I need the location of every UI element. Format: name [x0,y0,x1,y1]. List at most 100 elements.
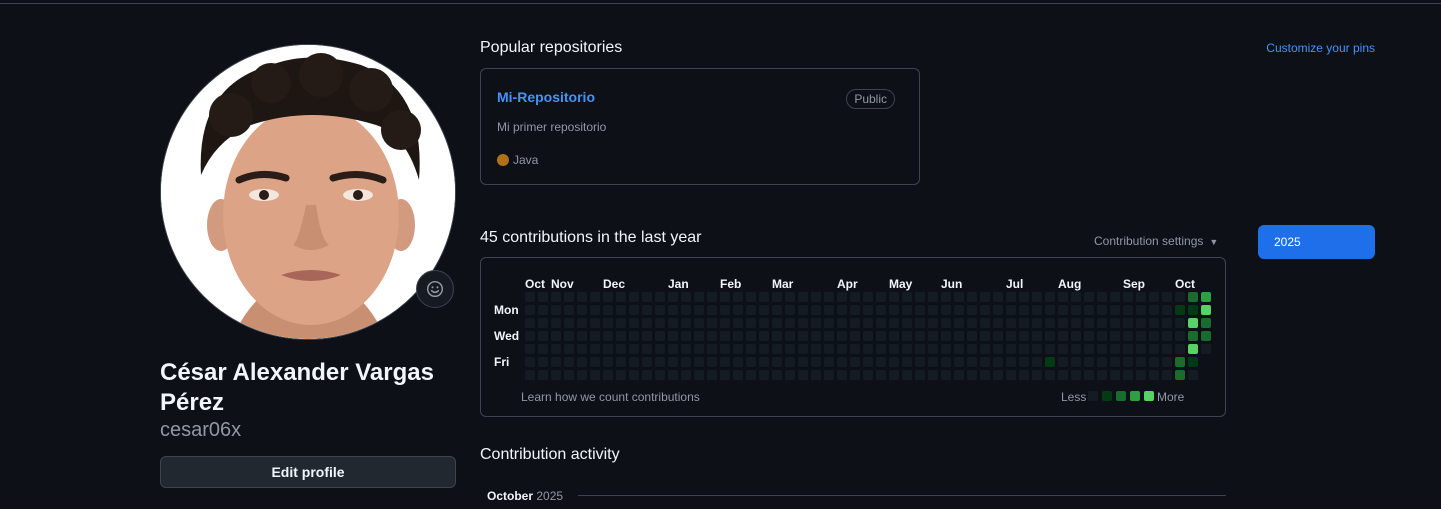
contribution-cell[interactable] [785,357,795,367]
contribution-cell[interactable] [1032,370,1042,380]
contribution-cell[interactable] [551,344,561,354]
contribution-cell[interactable] [993,331,1003,341]
contribution-cell[interactable] [603,292,613,302]
contribution-cell[interactable] [967,370,977,380]
set-status-button[interactable] [416,270,454,308]
contribution-cell[interactable] [707,305,717,315]
contribution-cell[interactable] [928,318,938,328]
contribution-cell[interactable] [837,331,847,341]
contribution-cell[interactable] [668,318,678,328]
contribution-cell[interactable] [1110,370,1120,380]
contribution-cell[interactable] [954,344,964,354]
contribution-cell[interactable] [1006,331,1016,341]
contribution-cell[interactable] [1162,292,1172,302]
contribution-cell[interactable] [681,305,691,315]
contribution-cell[interactable] [603,344,613,354]
contribution-cell[interactable] [941,344,951,354]
contribution-cell[interactable] [629,357,639,367]
contribution-cell[interactable] [889,344,899,354]
contribution-cell[interactable] [850,318,860,328]
contribution-cell[interactable] [1110,331,1120,341]
contribution-cell[interactable] [590,292,600,302]
contribution-cell[interactable] [642,357,652,367]
contribution-cell[interactable] [1136,357,1146,367]
contribution-cell[interactable] [1032,305,1042,315]
contribution-cell[interactable] [928,370,938,380]
contribution-cell[interactable] [1149,292,1159,302]
contribution-cell[interactable] [993,292,1003,302]
contribution-cell[interactable] [954,292,964,302]
contribution-cell[interactable] [915,318,925,328]
contribution-cell[interactable] [551,305,561,315]
contribution-cell[interactable] [603,318,613,328]
contribution-cell[interactable] [694,331,704,341]
contribution-cell[interactable] [1110,292,1120,302]
contribution-cell[interactable] [759,344,769,354]
contribution-cell[interactable] [1201,305,1211,315]
contribution-cell[interactable] [837,357,847,367]
contribution-cell[interactable] [1162,344,1172,354]
contribution-cell[interactable] [824,344,834,354]
contribution-cell[interactable] [863,305,873,315]
contribution-cell[interactable] [668,370,678,380]
contribution-cell[interactable] [1071,357,1081,367]
contribution-cell[interactable] [525,318,535,328]
contribution-cell[interactable] [707,357,717,367]
contribution-cell[interactable] [1058,344,1068,354]
contribution-cell[interactable] [863,370,873,380]
contribution-cell[interactable] [1032,357,1042,367]
contribution-cell[interactable] [1084,344,1094,354]
contribution-cell[interactable] [785,292,795,302]
contribution-cell[interactable] [1136,318,1146,328]
contribution-settings-dropdown[interactable]: Contribution settings ▼ [1094,234,1218,248]
contribution-cell[interactable] [538,357,548,367]
contribution-cell[interactable] [629,344,639,354]
contribution-cell[interactable] [629,305,639,315]
contribution-cell[interactable] [889,370,899,380]
contribution-cell[interactable] [1110,357,1120,367]
contribution-cell[interactable] [993,318,1003,328]
contribution-cell[interactable] [1162,357,1172,367]
contribution-cell[interactable] [1162,305,1172,315]
contribution-cell[interactable] [551,357,561,367]
contribution-cell[interactable] [1175,318,1185,328]
contribution-cell[interactable] [720,292,730,302]
contribution-cell[interactable] [1084,305,1094,315]
contribution-cell[interactable] [1188,305,1198,315]
contribution-cell[interactable] [551,292,561,302]
contribution-cell[interactable] [902,292,912,302]
contribution-cell[interactable] [915,357,925,367]
contribution-cell[interactable] [564,292,574,302]
contribution-cell[interactable] [525,305,535,315]
contribution-cell[interactable] [1097,318,1107,328]
contribution-cell[interactable] [967,344,977,354]
contribution-cell[interactable] [850,344,860,354]
contribution-cell[interactable] [603,331,613,341]
contribution-cell[interactable] [668,357,678,367]
contribution-cell[interactable] [590,357,600,367]
contribution-cell[interactable] [525,357,535,367]
contribution-cell[interactable] [642,331,652,341]
contribution-cell[interactable] [850,331,860,341]
contribution-cell[interactable] [629,331,639,341]
contribution-cell[interactable] [694,370,704,380]
contribution-cell[interactable] [798,357,808,367]
contribution-cell[interactable] [590,370,600,380]
contribution-cell[interactable] [694,344,704,354]
contribution-cell[interactable] [1123,318,1133,328]
contribution-cell[interactable] [1136,292,1146,302]
contribution-cell[interactable] [590,331,600,341]
avatar[interactable] [160,44,456,340]
contribution-cell[interactable] [759,331,769,341]
contribution-cell[interactable] [1071,344,1081,354]
contribution-cell[interactable] [863,344,873,354]
contribution-cell[interactable] [707,318,717,328]
contribution-cell[interactable] [902,357,912,367]
contribution-cell[interactable] [1097,357,1107,367]
contribution-cell[interactable] [603,357,613,367]
contribution-cell[interactable] [837,344,847,354]
contribution-cell[interactable] [733,305,743,315]
contribution-cell[interactable] [746,344,756,354]
contribution-cell[interactable] [954,370,964,380]
contribution-cell[interactable] [577,318,587,328]
